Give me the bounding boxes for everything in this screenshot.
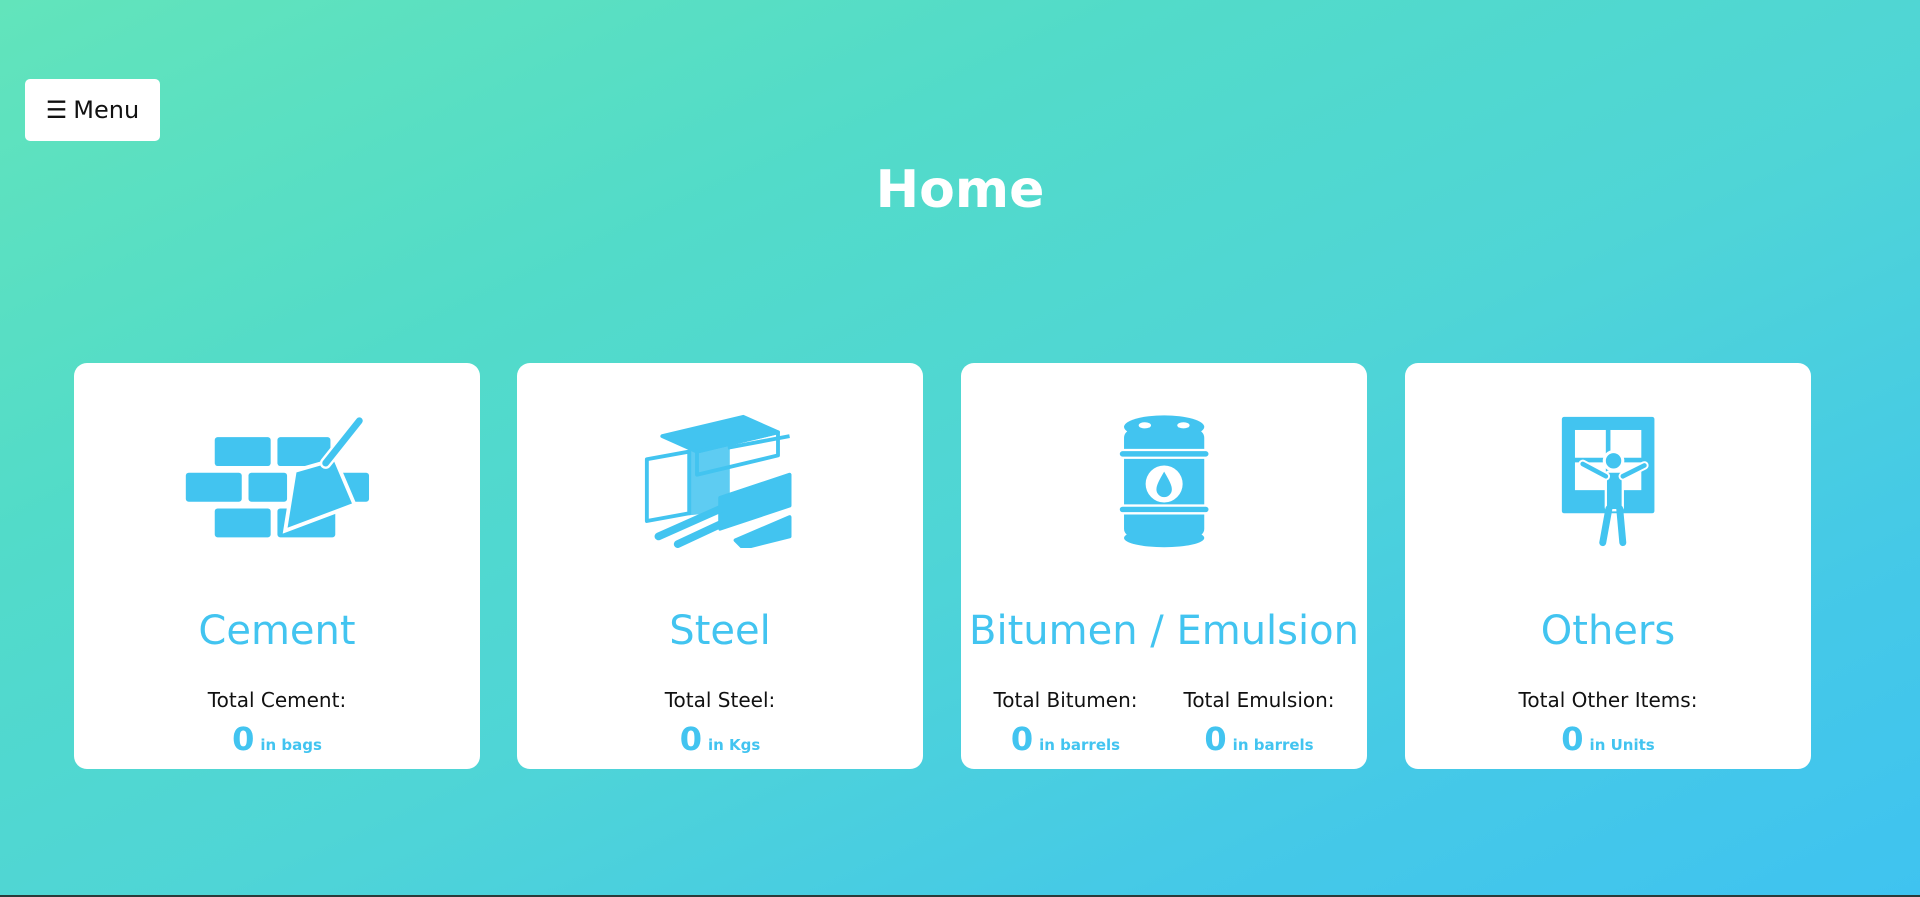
card-title: Bitumen / Emulsion [969,608,1359,654]
card-bitumen-emulsion[interactable]: Bitumen / Emulsion Total Bitumen: 0 in ba… [961,363,1367,769]
worker-window-icon [1561,416,1655,547]
stat-total-bitumen: Total Bitumen: 0 in barrels [993,688,1137,758]
menu-button[interactable]: ☰ Menu [25,79,160,141]
stat-value: 0 [1204,720,1227,758]
stat-total-steel: Total Steel: 0 in Kgs [665,688,776,758]
stat-total-cement: Total Cement: 0 in bags [208,688,346,758]
card-title: Others [1540,608,1676,654]
menu-label: Menu [73,96,140,124]
stat-total-other-items: Total Other Items: 0 in Units [1519,688,1698,758]
card-cement[interactable]: Cement Total Cement: 0 in bags [74,363,480,769]
stat-value: 0 [1561,720,1584,758]
steel-beams-icon [644,414,792,548]
oil-barrel-icon [1117,415,1211,548]
stat-unit: in Units [1589,736,1655,754]
stat-label: Total Emulsion: [1183,688,1335,712]
brick-trowel-icon [185,414,369,538]
stat-label: Total Other Items: [1518,688,1698,712]
stat-unit: in bags [260,736,322,754]
stat-label: Total Bitumen: [993,688,1138,712]
card-title: Cement [198,608,356,654]
page-title: Home [875,160,1045,220]
stat-unit: in Kgs [707,736,761,754]
stat-unit: in barrels [1039,736,1121,754]
stat-value: 0 [679,720,702,758]
stat-value: 0 [232,720,255,758]
card-others[interactable]: Others Total Other Items: 0 in Units [1405,363,1811,769]
hamburger-icon: ☰ [45,96,68,124]
stat-total-emulsion: Total Emulsion: 0 in barrels [1184,688,1335,758]
card-steel[interactable]: Steel Total Steel: 0 in Kgs [517,363,923,769]
stat-value: 0 [1010,720,1034,758]
card-title: Steel [669,608,771,654]
stat-unit: in barrels [1232,736,1314,754]
stat-label: Total Steel: [664,688,776,712]
stat-label: Total Cement: [207,688,347,712]
